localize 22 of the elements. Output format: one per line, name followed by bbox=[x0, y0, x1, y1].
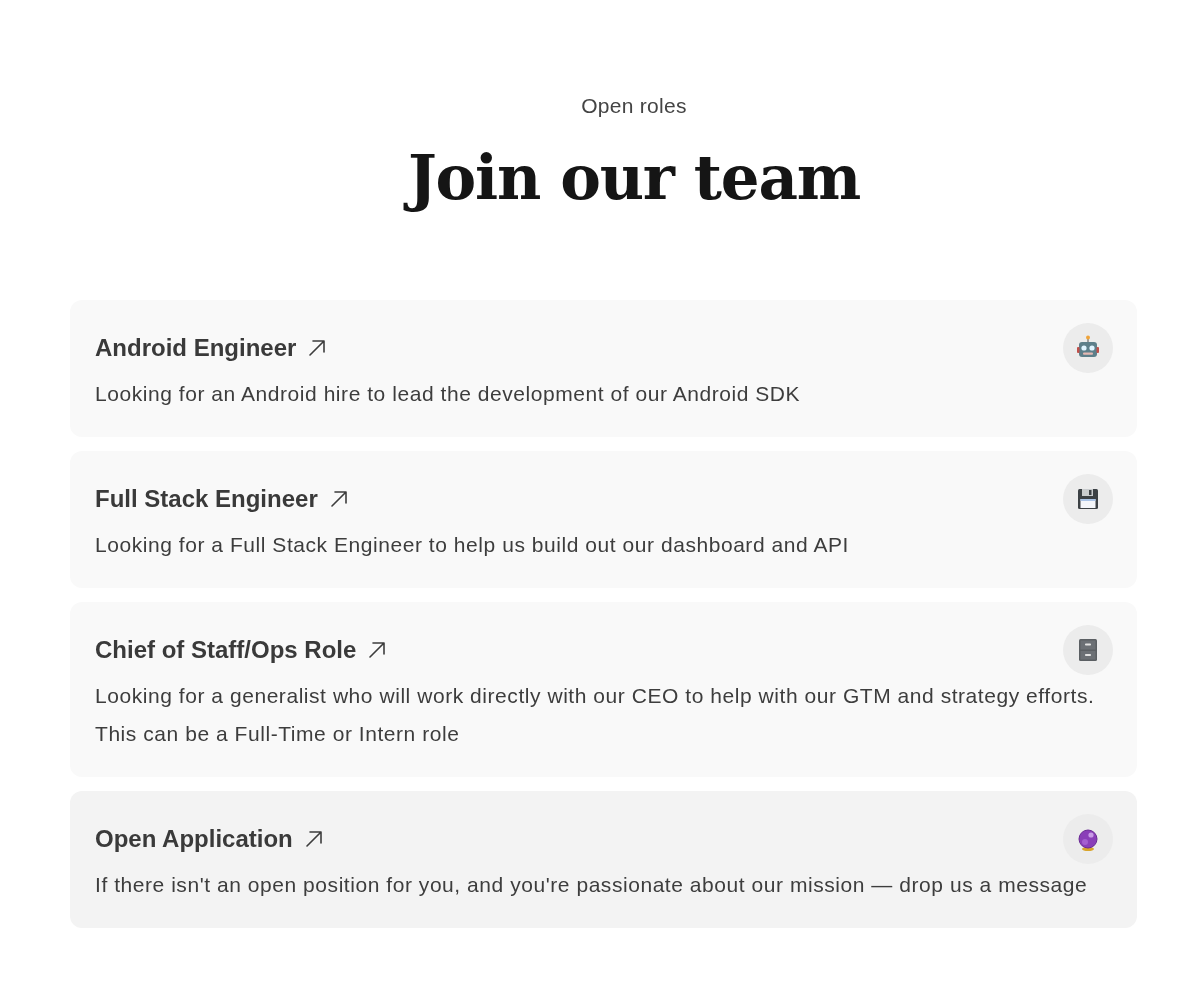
filing-cabinet-icon bbox=[1063, 625, 1113, 675]
role-card[interactable]: Chief of Staff/Ops Role Looking for a generalist who will work directly with our CEO to help with our GTM and strategy efforts. This can be a Full-Time or Intern role bbox=[70, 602, 1137, 777]
arrow-up-right-icon bbox=[309, 340, 326, 356]
role-title: Android Engineer bbox=[95, 334, 297, 362]
arrow-up-right-icon bbox=[369, 642, 386, 658]
arrow-up-right-icon bbox=[330, 491, 347, 507]
role-description: Looking for a generalist who will work directly with our CEO to help with our GTM and strategy efforts. This can be a Full-Time or Intern role bbox=[95, 683, 1096, 747]
role-card[interactable]: Android Engineer Looking for an Android hire to lead the development of our Android SDK bbox=[70, 300, 1137, 437]
role-title: Open Application bbox=[95, 825, 293, 853]
section-label: Open roles bbox=[580, 93, 688, 119]
floppy-disk-icon bbox=[1063, 474, 1113, 524]
role-description: If there isn't an open position for you, and you're passionate about our mission — drop us a message bbox=[95, 872, 1089, 898]
role-title: Full Stack Engineer bbox=[95, 485, 318, 513]
robot-icon bbox=[1063, 323, 1113, 373]
arrow-up-right-icon bbox=[305, 831, 322, 847]
role-card[interactable]: Full Stack Engineer Looking for a Full Stack Engineer to help us build out our dashboard and API bbox=[70, 451, 1137, 588]
page-heading: Join our team bbox=[68, 136, 1200, 220]
role-card[interactable]: Open Application If there isn't an open position for you, and you're passionate about our mission — drop us a message bbox=[70, 791, 1137, 928]
role-title: Chief of Staff/Ops Role bbox=[95, 636, 357, 664]
crystal-ball-icon bbox=[1063, 814, 1113, 864]
role-description: Looking for an Android hire to lead the development of our Android SDK bbox=[95, 381, 802, 407]
role-description: Looking for a Full Stack Engineer to help us build out our dashboard and API bbox=[95, 532, 850, 558]
